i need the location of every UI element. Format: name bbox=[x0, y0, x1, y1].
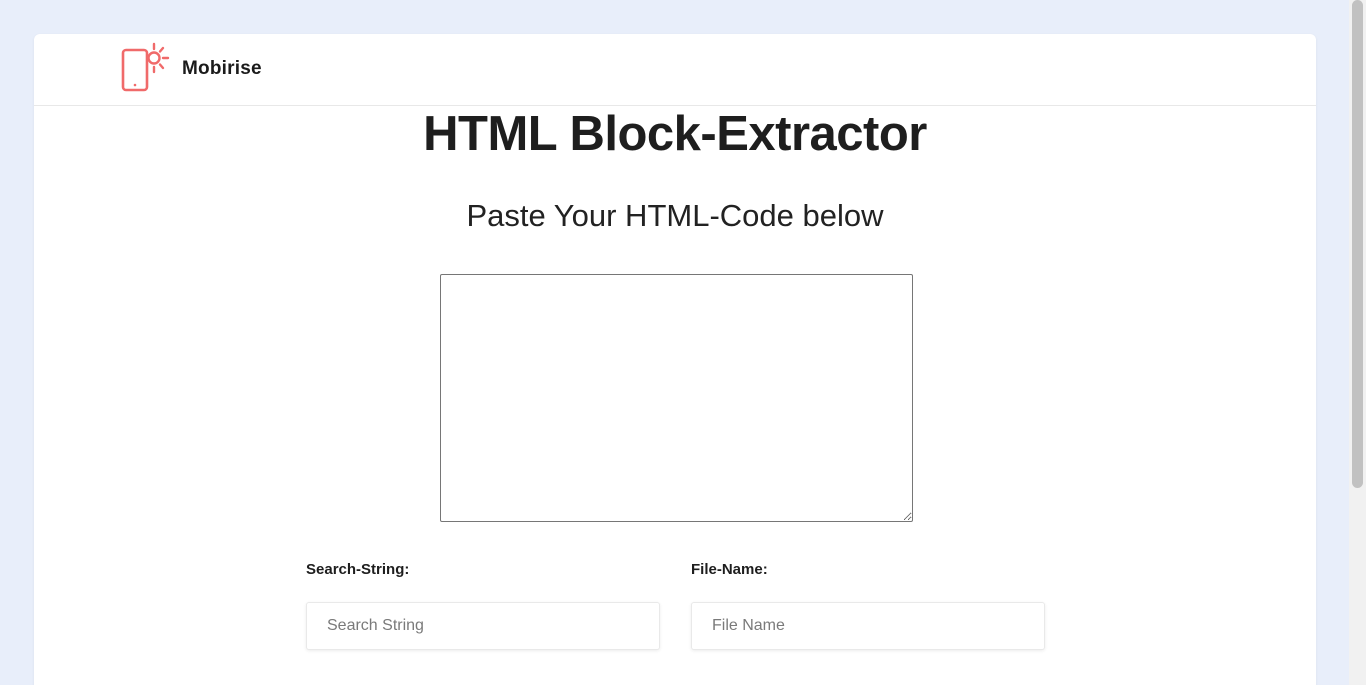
page-subtitle: Paste Your HTML-Code below bbox=[466, 198, 884, 233]
brand-name: Mobirise bbox=[182, 58, 262, 79]
phone-sun-icon bbox=[121, 42, 170, 92]
navbar: Mobirise bbox=[34, 34, 1316, 106]
page-scrollbar[interactable] bbox=[1349, 0, 1366, 685]
page-title: HTML Block-Extractor bbox=[423, 107, 927, 161]
brand-link[interactable]: Mobirise bbox=[120, 42, 262, 96]
main-card: Mobirise HTML Block-Extractor Paste Your… bbox=[34, 34, 1316, 685]
search-string-input[interactable] bbox=[306, 602, 660, 650]
scrollbar-thumb[interactable] bbox=[1352, 0, 1363, 488]
page: Mobirise HTML Block-Extractor Paste Your… bbox=[0, 0, 1366, 685]
file-name-label: File-Name: bbox=[691, 561, 768, 578]
search-string-label: Search-String: bbox=[306, 561, 410, 578]
file-name-input[interactable] bbox=[691, 602, 1045, 650]
html-code-textarea[interactable] bbox=[440, 274, 913, 522]
